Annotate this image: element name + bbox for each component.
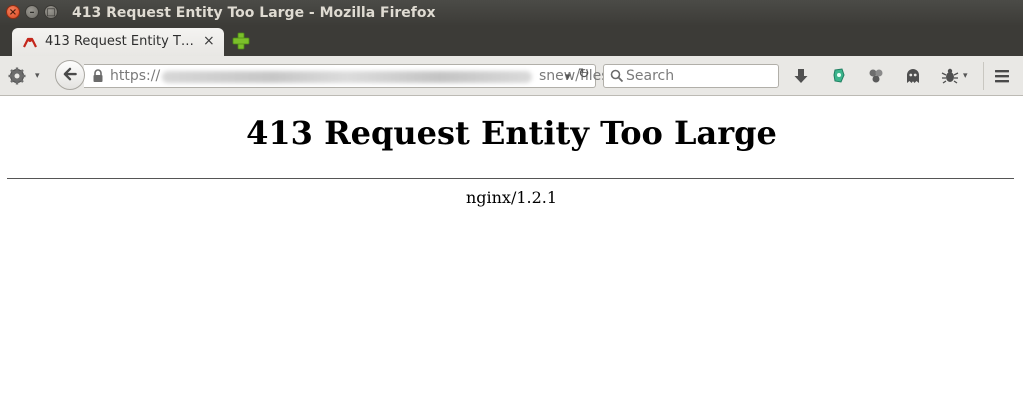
back-button[interactable] <box>55 60 85 90</box>
window-minimize-button[interactable]: – <box>25 5 39 19</box>
navigation-toolbar: ▾ https:// snew/files ▾ ↻ Search ▾ <box>0 56 1023 96</box>
page-heading: 413 Request Entity Too Large <box>246 114 777 152</box>
url-scheme: https:// <box>110 68 161 84</box>
tab-label: 413 Request Entity T… <box>45 34 194 49</box>
tab-close-button[interactable]: × <box>203 33 215 49</box>
new-tab-button[interactable] <box>232 32 250 50</box>
window-maximize-button[interactable]: □ <box>44 5 58 19</box>
search-icon <box>610 69 624 83</box>
gear-icon[interactable] <box>8 67 26 85</box>
reload-button[interactable]: ↻ <box>578 66 590 82</box>
toolbar-separator <box>983 62 984 90</box>
back-arrow-icon <box>63 67 77 81</box>
url-path-end: snew/files <box>539 68 609 84</box>
url-history-dropdown-icon[interactable]: ▾ <box>565 70 571 83</box>
gear-dropdown-icon[interactable]: ▾ <box>35 71 40 81</box>
window-close-button[interactable]: × <box>6 5 20 19</box>
url-bar[interactable]: https:// snew/files <box>84 64 609 88</box>
search-input[interactable] <box>626 67 774 85</box>
download-icon[interactable] <box>791 66 811 86</box>
search-bar[interactable] <box>603 64 779 88</box>
page-content: 413 Request Entity Too Large nginx/1.2.1 <box>0 96 1023 417</box>
window-titlebar: × – □ 413 Request Entity Too Large - Moz… <box>0 0 1023 26</box>
tab-active[interactable]: 413 Request Entity T… × <box>12 28 224 56</box>
error-favicon-icon <box>23 37 37 48</box>
ghost-icon[interactable] <box>903 66 923 86</box>
bug-icon[interactable] <box>940 66 960 86</box>
window-title: 413 Request Entity Too Large - Mozilla F… <box>72 5 436 21</box>
hamburger-menu-icon[interactable] <box>992 66 1012 86</box>
addon-green-icon[interactable] <box>829 66 849 86</box>
horizontal-rule <box>7 178 1014 179</box>
addon-grey-icon[interactable] <box>866 66 886 86</box>
tab-strip: 413 Request Entity T… × <box>0 26 1023 56</box>
lock-icon <box>93 69 103 82</box>
addon-dropdown-icon[interactable]: ▾ <box>963 71 968 81</box>
server-signature: nginx/1.2.1 <box>465 188 558 207</box>
url-redacted <box>162 71 532 83</box>
